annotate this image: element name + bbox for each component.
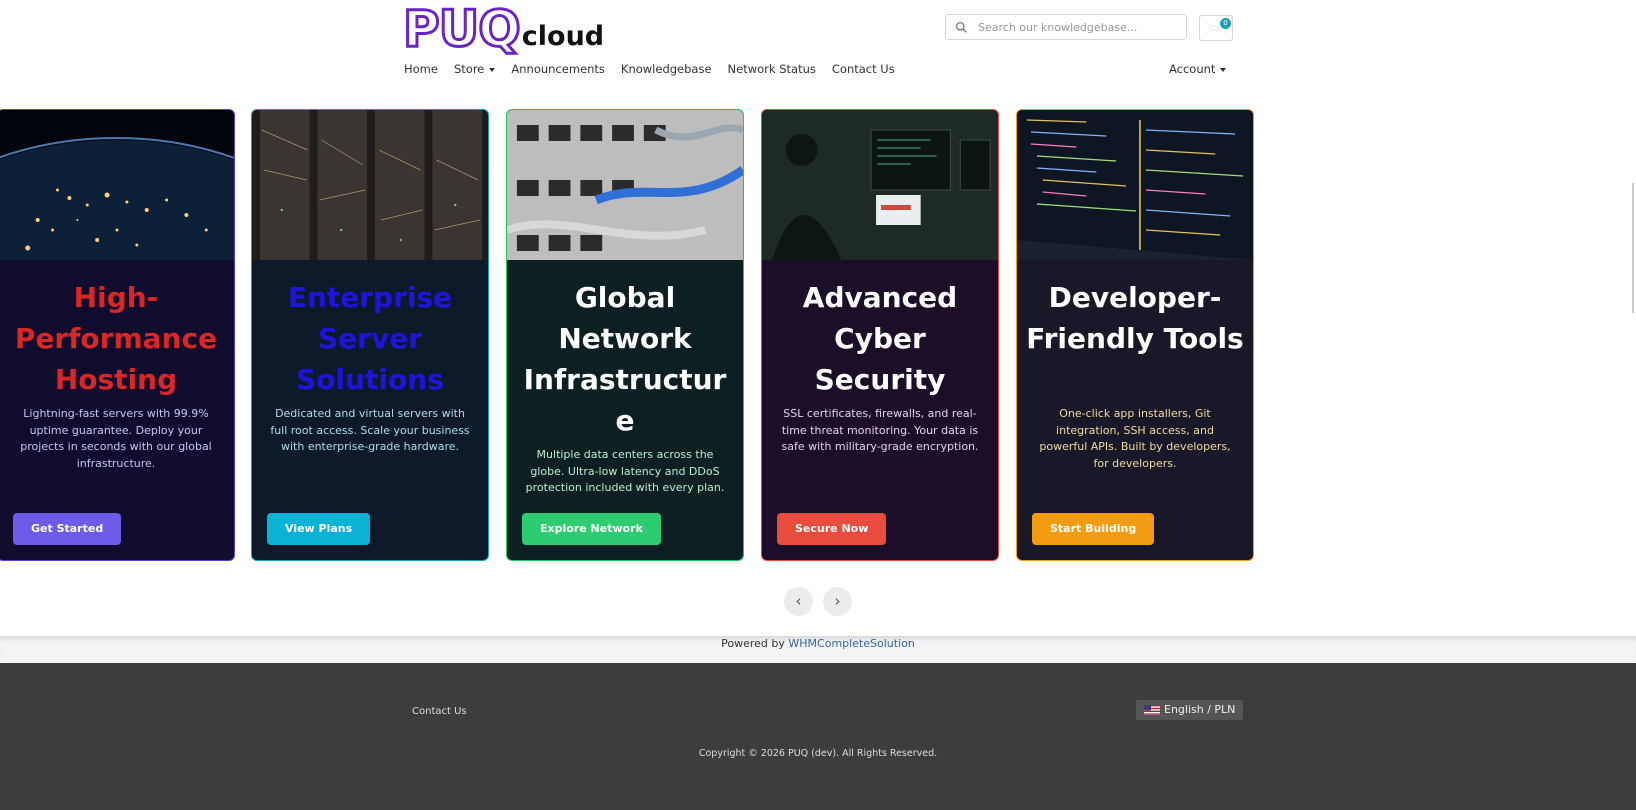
network-cables-image [507, 110, 743, 260]
nav-contact-us[interactable]: Contact Us [832, 62, 895, 76]
cart-count-badge: 0 [1220, 18, 1231, 29]
nav-store-label: Store [453, 62, 485, 76]
feature-carousel: High-Performance Hosting Lightning-fast … [0, 109, 1636, 563]
copyright-text: Copyright © 2026 PUQ (dev). All Rights R… [698, 748, 938, 759]
powered-by-text: Powered by [721, 637, 789, 650]
start-building-button[interactable]: Start Building [1032, 513, 1155, 545]
footer-contact-link[interactable]: Contact Us [412, 706, 467, 717]
main-nav: Home Store Announcements Knowledgebase N… [404, 62, 911, 76]
logo-sub: cloud [521, 21, 605, 52]
nav-store[interactable]: Store [453, 62, 496, 76]
logo-main: PUQ [402, 0, 523, 58]
site-footer: Contact Us English / PLN Copyright © 202… [0, 663, 1636, 810]
logo[interactable]: PUQ cloud [402, 0, 605, 58]
chevron-down-icon [1220, 67, 1227, 72]
chevron-down-icon [489, 67, 496, 72]
feature-card: Developer-Friendly Tools One-click app i… [1016, 109, 1254, 561]
chevron-right-icon: › [834, 592, 841, 610]
feature-card: Advanced Cyber Security SSL certificates… [761, 109, 999, 561]
nav-account[interactable]: Account [1169, 62, 1227, 76]
nav-announcements[interactable]: Announcements [511, 62, 605, 76]
server-rack-image [252, 110, 488, 260]
search-input[interactable] [978, 15, 1178, 39]
site-header: PUQ cloud 0 Home Store Announcements Kno… [0, 0, 1636, 98]
search-icon [955, 21, 967, 33]
card-title: Developer-Friendly Tools [1026, 281, 1244, 355]
nav-home[interactable]: Home [404, 62, 438, 76]
search-box [945, 14, 1187, 40]
card-title: Advanced Cyber Security [802, 281, 958, 396]
whmcs-link[interactable]: WHMCompleteSolution [788, 637, 914, 650]
language-currency-button[interactable]: English / PLN [1136, 700, 1244, 720]
explore-network-button[interactable]: Explore Network [522, 513, 661, 545]
card-title: High-Performance Hosting [14, 281, 218, 396]
get-started-button[interactable]: Get Started [13, 513, 122, 545]
carousel-next-button[interactable]: › [823, 587, 852, 616]
code-laptop-image [1017, 110, 1253, 260]
chevron-left-icon: ‹ [795, 592, 802, 610]
cart-button[interactable]: 0 [1199, 15, 1233, 41]
cart-icon [1208, 24, 1220, 31]
hacker-workstation-image [762, 110, 998, 260]
nav-knowledgebase[interactable]: Knowledgebase [621, 62, 712, 76]
card-description: SSL certificates, firewalls, and real-ti… [781, 407, 979, 453]
us-flag-icon [1144, 705, 1160, 715]
feature-card: Enterprise Server Solutions Dedicated an… [251, 109, 489, 561]
nav-network-status[interactable]: Network Status [728, 62, 816, 76]
language-label: English / PLN [1164, 703, 1236, 716]
card-description: Multiple data centers across the globe. … [525, 448, 725, 494]
nav-account-label: Account [1169, 62, 1216, 76]
powered-by: Powered by WHMCompleteSolution [0, 637, 1636, 650]
card-description: One-click app installers, Git integratio… [1039, 407, 1231, 470]
earth-night-image [0, 110, 234, 260]
feature-card: High-Performance Hosting Lightning-fast … [0, 109, 235, 561]
secure-now-button[interactable]: Secure Now [777, 513, 887, 545]
view-plans-button[interactable]: View Plans [267, 513, 371, 545]
carousel-prev-button[interactable]: ‹ [784, 587, 813, 616]
card-description: Lightning-fast servers with 99.9% uptime… [20, 407, 212, 470]
card-title: Enterprise Server Solutions [287, 281, 453, 396]
card-title: Global Network Infrastructure [523, 281, 727, 437]
feature-card: Global Network Infrastructure Multiple d… [506, 109, 744, 561]
card-description: Dedicated and virtual servers with full … [270, 407, 470, 453]
